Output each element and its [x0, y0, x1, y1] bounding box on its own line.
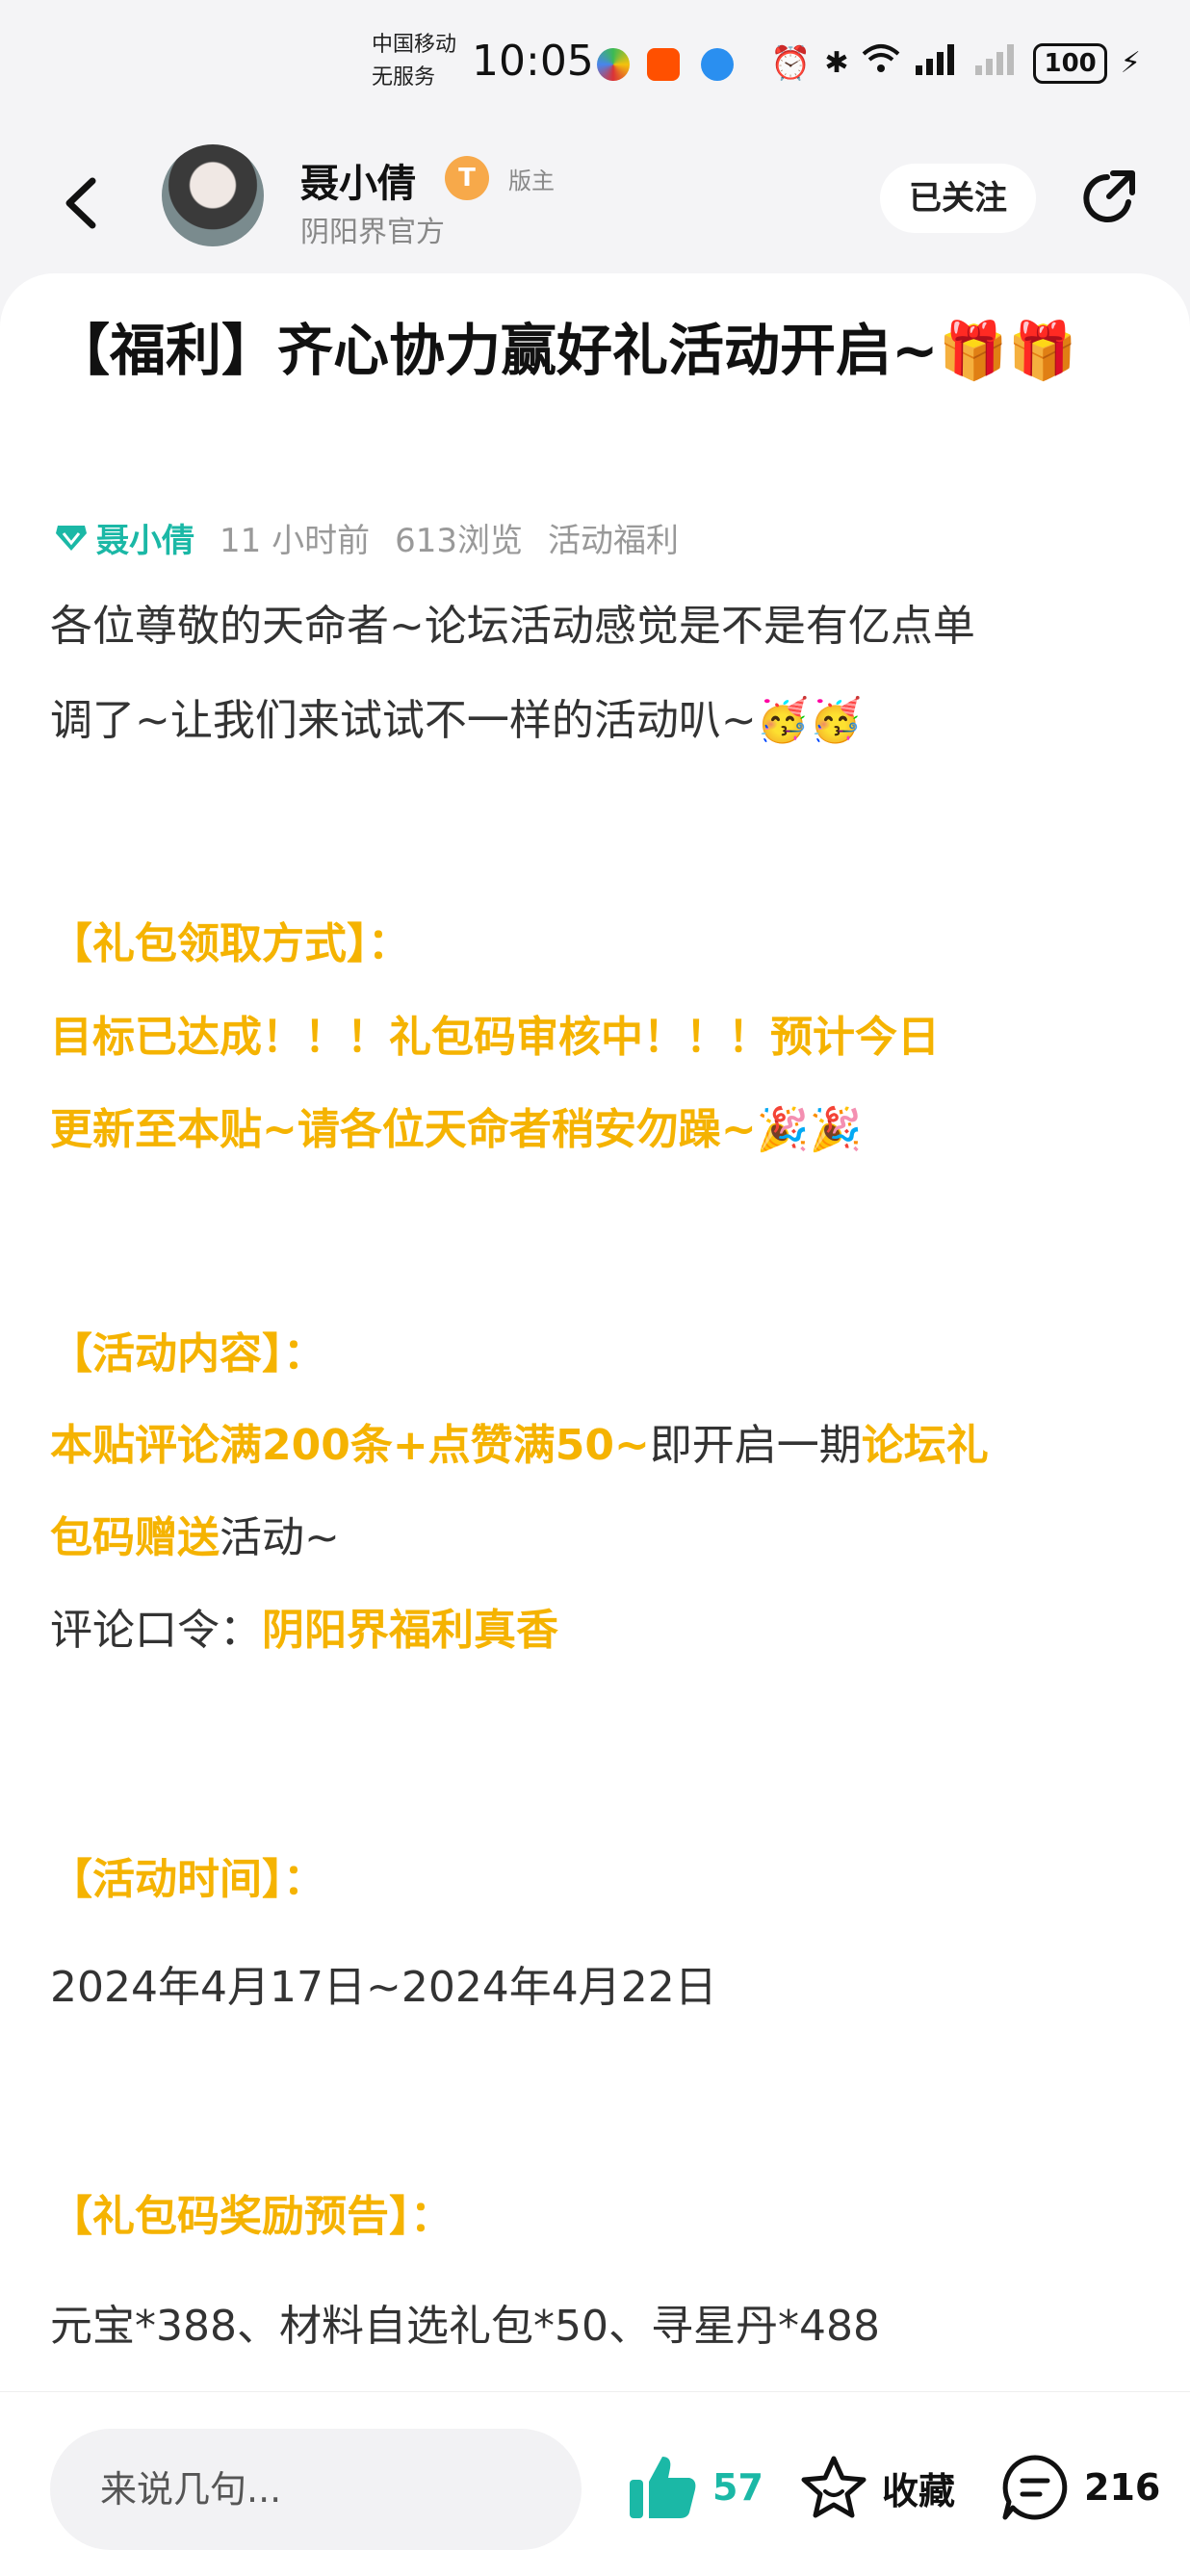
intro-line-1: 各位尊敬的天命者~论坛活动感觉是不是有亿点单 [50, 602, 975, 651]
section-time-title: 【活动时间】： [50, 1855, 325, 1904]
carrier-info: 中国移动 无服务 [372, 29, 456, 94]
bluetooth-icon: ✱ [824, 46, 849, 80]
follow-button[interactable]: 已关注 [880, 164, 1036, 233]
carrier-name: 中国移动 [372, 33, 457, 57]
status-bar: 中国移动 无服务 10:05 ⏰ ✱ 100 ⚡ [0, 0, 1190, 135]
intro-line-2: 调了~让我们来试试不一样的活动叭~🥳🥳 [50, 696, 863, 745]
share-icon [1083, 170, 1135, 222]
content-line-2: 包码赠送活动~ [50, 1492, 1148, 1584]
role-tag: 版主 [508, 167, 555, 194]
signal-status: 无服务 [372, 65, 436, 90]
section-reward-body: 元宝*388、材料自选礼包*50、寻星丹*488 [50, 2302, 880, 2351]
comments-button[interactable]: 216 [999, 2444, 1160, 2531]
favorite-label: 收藏 [882, 2469, 956, 2512]
diamond-icon [56, 525, 87, 551]
alarm-icon: ⏰ [770, 43, 812, 83]
system-icons: ⏰ ✱ 100 ⚡ [770, 42, 1141, 84]
back-button[interactable] [54, 169, 112, 237]
author-name[interactable]: 聂小倩 [300, 152, 416, 208]
post-title: 【福利】齐心协力赢好礼活动开启~🎁🎁 [54, 318, 1078, 383]
section-content-body: 本贴评论满200条+点赞满50~即开启一期论坛礼 包码赠送活动~ 评论口令：阴阳… [50, 1400, 1148, 1677]
author-subtitle: 阴阳界官方 [300, 216, 445, 249]
share-button[interactable] [1074, 164, 1144, 233]
content-line-3: 评论口令：阴阳界福利真香 [50, 1584, 1148, 1677]
content-plain-2: 活动~ [220, 1513, 340, 1562]
meta-username: 聂小倩 [96, 522, 194, 560]
comment-icon [1002, 2455, 1068, 2520]
app-icon-1 [597, 48, 630, 81]
avatar[interactable] [162, 144, 264, 246]
meta-user[interactable]: 聂小倩 [54, 514, 194, 561]
thumbs-up-icon [630, 2457, 696, 2518]
section-claim-body: 目标已达成！！！礼包码审核中！！！预计今日 更新至本贴~请各位天命者稍安勿躁~🎉… [50, 992, 1148, 1176]
comment-code-label: 评论口令： [50, 1606, 262, 1655]
battery-indicator: 100 [1033, 42, 1107, 84]
like-count: 57 [712, 2466, 763, 2509]
section-time-body: 2024年4月17日~2024年4月22日 [50, 1963, 717, 2012]
claim-line-1: 目标已达成！！！礼包码审核中！！！预计今日 [50, 1013, 940, 1062]
level-badge: T [445, 156, 489, 200]
content-highlight-3: 包码赠送 [50, 1513, 220, 1562]
content-line-1: 本贴评论满200条+点赞满50~即开启一期论坛礼 [50, 1400, 1148, 1492]
claim-line-2: 更新至本贴~请各位天命者稍安勿躁~🎉🎉 [50, 1105, 863, 1154]
meta-category[interactable]: 活动福利 [548, 514, 679, 561]
meta-views: 613浏览 [395, 522, 523, 560]
post-header: 聂小倩 T 版主 阴阳界官方 已关注 [0, 135, 1190, 270]
comment-count: 216 [1084, 2466, 1161, 2509]
favorite-button[interactable]: 收藏 [799, 2444, 955, 2531]
meta-time: 11 小时前 [220, 522, 371, 560]
content-highlight-2: 论坛礼 [861, 1421, 989, 1470]
like-button[interactable]: 57 [626, 2444, 763, 2531]
signal-icon-empty [973, 42, 1020, 84]
charging-icon: ⚡ [1120, 46, 1141, 80]
bottom-action-bar: 来说几句... 57 收藏 216 [0, 2391, 1190, 2576]
content-plain-1: 即开启一期 [649, 1421, 862, 1470]
signal-icon [914, 42, 960, 84]
section-content-title: 【活动内容】： [50, 1329, 325, 1378]
star-icon [801, 2456, 867, 2518]
wifi-icon [862, 42, 900, 84]
content-highlight-1: 本贴评论满200条+点赞满50~ [50, 1421, 650, 1470]
section-claim-title: 【礼包领取方式】： [50, 919, 410, 968]
taobao-icon [647, 48, 680, 81]
intro-paragraph: 各位尊敬的天命者~论坛活动感觉是不是有亿点单 调了~让我们来试试不一样的活动叭~… [50, 580, 1148, 768]
post-meta: 聂小倩 11 小时前 613浏览 活动福利 [54, 514, 679, 561]
comment-input[interactable]: 来说几句... [50, 2429, 582, 2550]
post-content: 【福利】齐心协力赢好礼活动开启~🎁🎁 聂小倩 11 小时前 613浏览 活动福利… [0, 273, 1190, 2391]
clock: 10:05 [472, 37, 594, 86]
comment-code: 阴阳界福利真香 [262, 1606, 558, 1655]
chevron-left-icon [65, 177, 96, 229]
app-icon-3 [701, 48, 734, 81]
section-reward-title: 【礼包码奖励预告】： [50, 2192, 453, 2241]
